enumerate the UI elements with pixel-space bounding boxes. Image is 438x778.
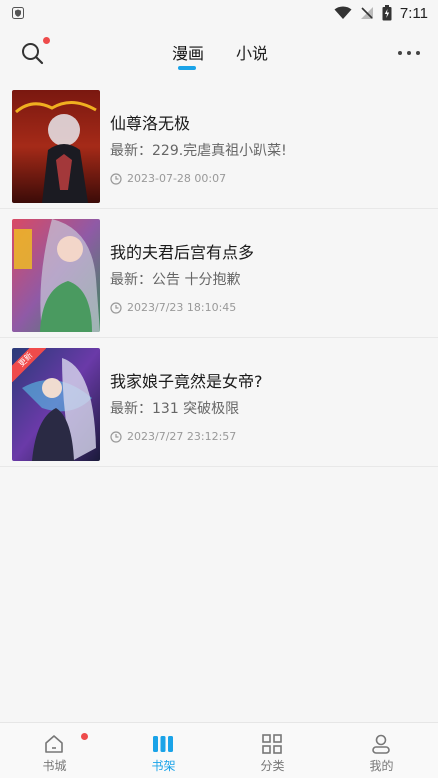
top-bar: 漫画 小说 — [0, 26, 438, 80]
no-signal-icon — [360, 7, 373, 19]
category-icon — [262, 734, 282, 754]
update-badge: 更新 — [12, 348, 46, 382]
nav-profile[interactable]: 我的 — [327, 723, 436, 778]
comic-title: 我的夫君后宫有点多 — [110, 243, 255, 262]
bookshelf-list: 仙尊洛无极 最新：229.完虐真祖小趴菜! 2023-07-28 00:07 我… — [0, 80, 438, 467]
nav-bookshelf[interactable]: 书架 — [109, 723, 218, 778]
clock-icon — [110, 172, 122, 185]
bookshelf-icon — [153, 736, 173, 752]
update-time: 2023/7/23 18:10:45 — [127, 301, 237, 314]
shelf-item[interactable]: 我的夫君后宫有点多 最新：公告 十分抱歉 2023/7/23 18:10:45 — [0, 209, 438, 338]
more-dot-icon — [416, 51, 420, 55]
active-tab-indicator — [178, 66, 196, 70]
status-bar: 7:11 — [0, 0, 438, 26]
comic-cover — [12, 219, 100, 332]
cover-image — [12, 219, 100, 332]
update-time: 2023-07-28 00:07 — [127, 172, 227, 185]
user-icon — [372, 734, 390, 754]
update-time-row: 2023-07-28 00:07 — [110, 172, 226, 185]
shelf-item[interactable]: 更新 我家娘子竟然是女帝? 最新：131 突破极限 2023/7/27 23:1… — [0, 338, 438, 467]
comic-title: 仙尊洛无极 — [110, 114, 191, 133]
clock-icon — [110, 301, 122, 314]
shelf-item[interactable]: 仙尊洛无极 最新：229.完虐真祖小趴菜! 2023-07-28 00:07 — [0, 80, 438, 209]
nav-category[interactable]: 分类 — [218, 723, 327, 778]
battery-icon — [382, 5, 392, 21]
update-time: 2023/7/27 23:12:57 — [127, 430, 237, 443]
update-time-row: 2023/7/27 23:12:57 — [110, 430, 236, 443]
bottom-navigation: 书城 书架 分类 我的 — [0, 722, 438, 778]
comic-title: 我家娘子竟然是女帝? — [110, 372, 263, 391]
content-tabs: 漫画 小说 — [0, 26, 438, 80]
more-options-button[interactable] — [398, 42, 420, 64]
tab-comics[interactable]: 漫画 — [172, 40, 204, 64]
comic-cover — [12, 90, 100, 203]
comic-cover: 更新 — [12, 348, 100, 461]
shield-notification-icon — [12, 7, 24, 19]
more-dot-icon — [407, 51, 411, 55]
cover-image — [12, 90, 100, 203]
latest-chapter: 最新：公告 十分抱歉 — [110, 272, 241, 288]
more-dot-icon — [398, 51, 402, 55]
tab-novels[interactable]: 小说 — [236, 40, 268, 64]
latest-chapter: 最新：131 突破极限 — [110, 401, 240, 417]
nav-bookstore[interactable]: 书城 — [0, 723, 109, 778]
wifi-icon — [334, 6, 352, 19]
status-time: 7:11 — [399, 4, 428, 22]
home-icon — [45, 735, 63, 753]
notification-dot — [81, 733, 88, 740]
update-time-row: 2023/7/23 18:10:45 — [110, 301, 236, 314]
clock-icon — [110, 430, 122, 443]
latest-chapter: 最新：229.完虐真祖小趴菜! — [110, 143, 287, 159]
